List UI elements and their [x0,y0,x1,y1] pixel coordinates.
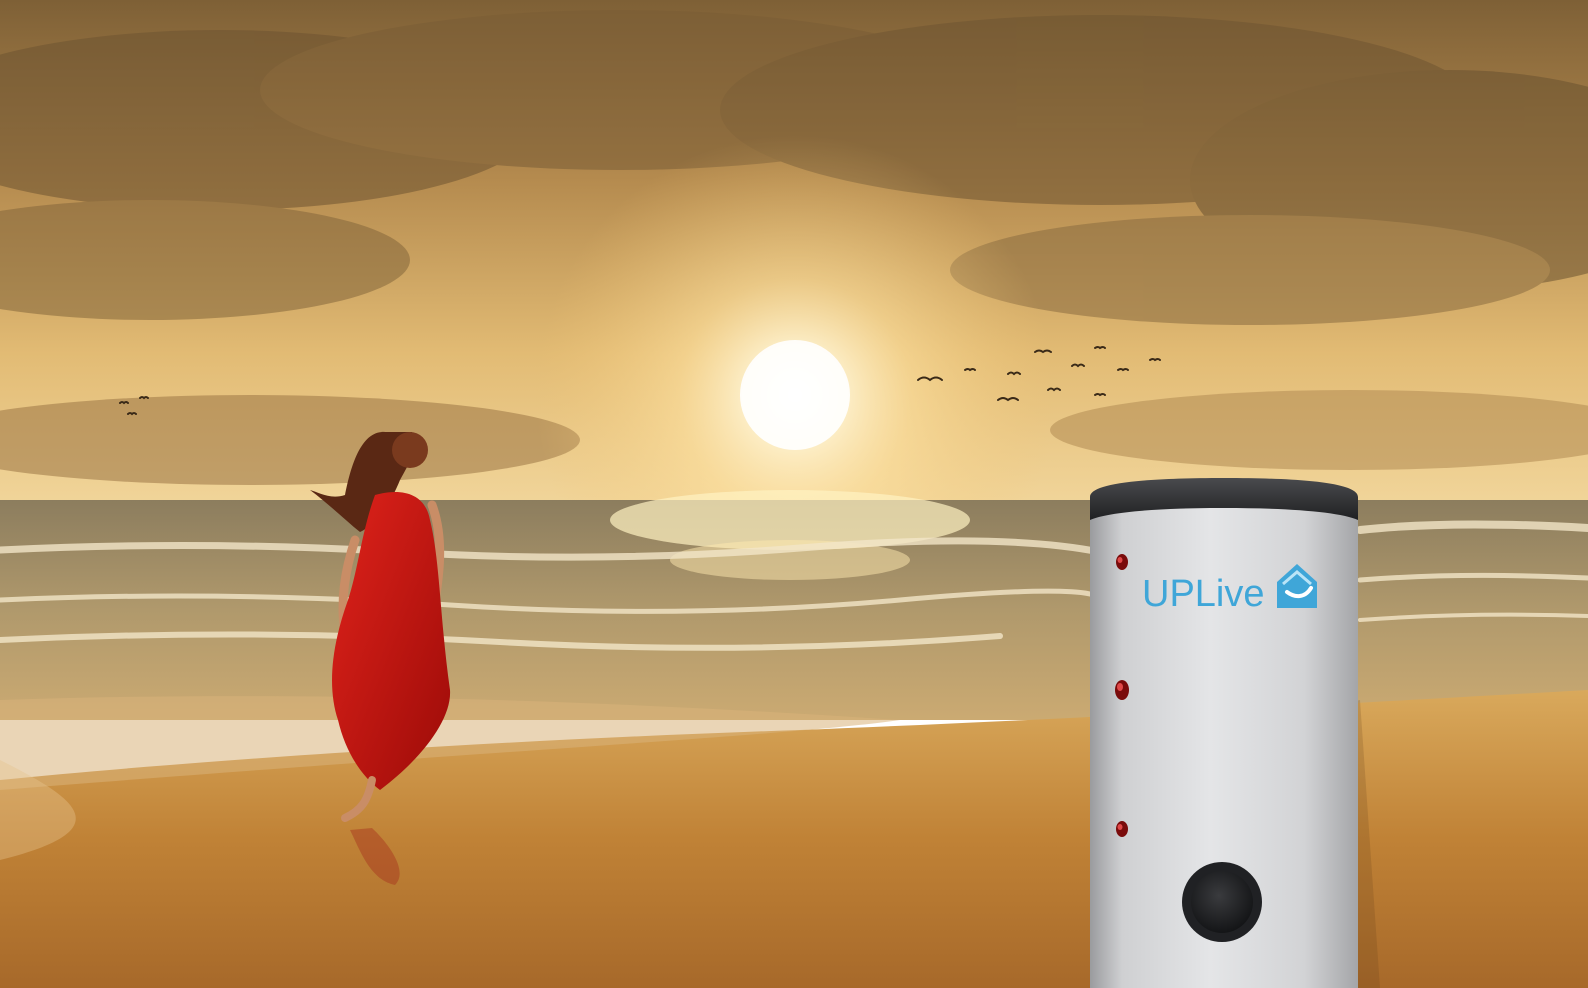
bird-icon [1047,387,1061,392]
indicator-light [1116,554,1128,570]
bird-icon [1149,358,1161,362]
hero-image: UPLive [0,0,1588,988]
bird-icon [1071,363,1085,368]
beach-sunset-scene: UPLive [0,0,1588,988]
water-heater-tank: UPLive [1090,478,1358,988]
indicator-light [1115,680,1129,700]
bird-icon [1094,346,1106,350]
bird-icon [127,412,137,416]
bird-icon [1117,368,1129,372]
indicator-light [1116,821,1128,837]
bird-icon [119,401,129,405]
brand-suffix: Live [1195,573,1265,615]
brand-prefix: UP [1142,573,1195,615]
brand-logo-text: UPLive [1142,573,1265,615]
bird-icon [964,368,976,372]
bird-icon [139,396,149,400]
bird-icon [1007,371,1021,376]
bird-icon [1094,393,1106,397]
